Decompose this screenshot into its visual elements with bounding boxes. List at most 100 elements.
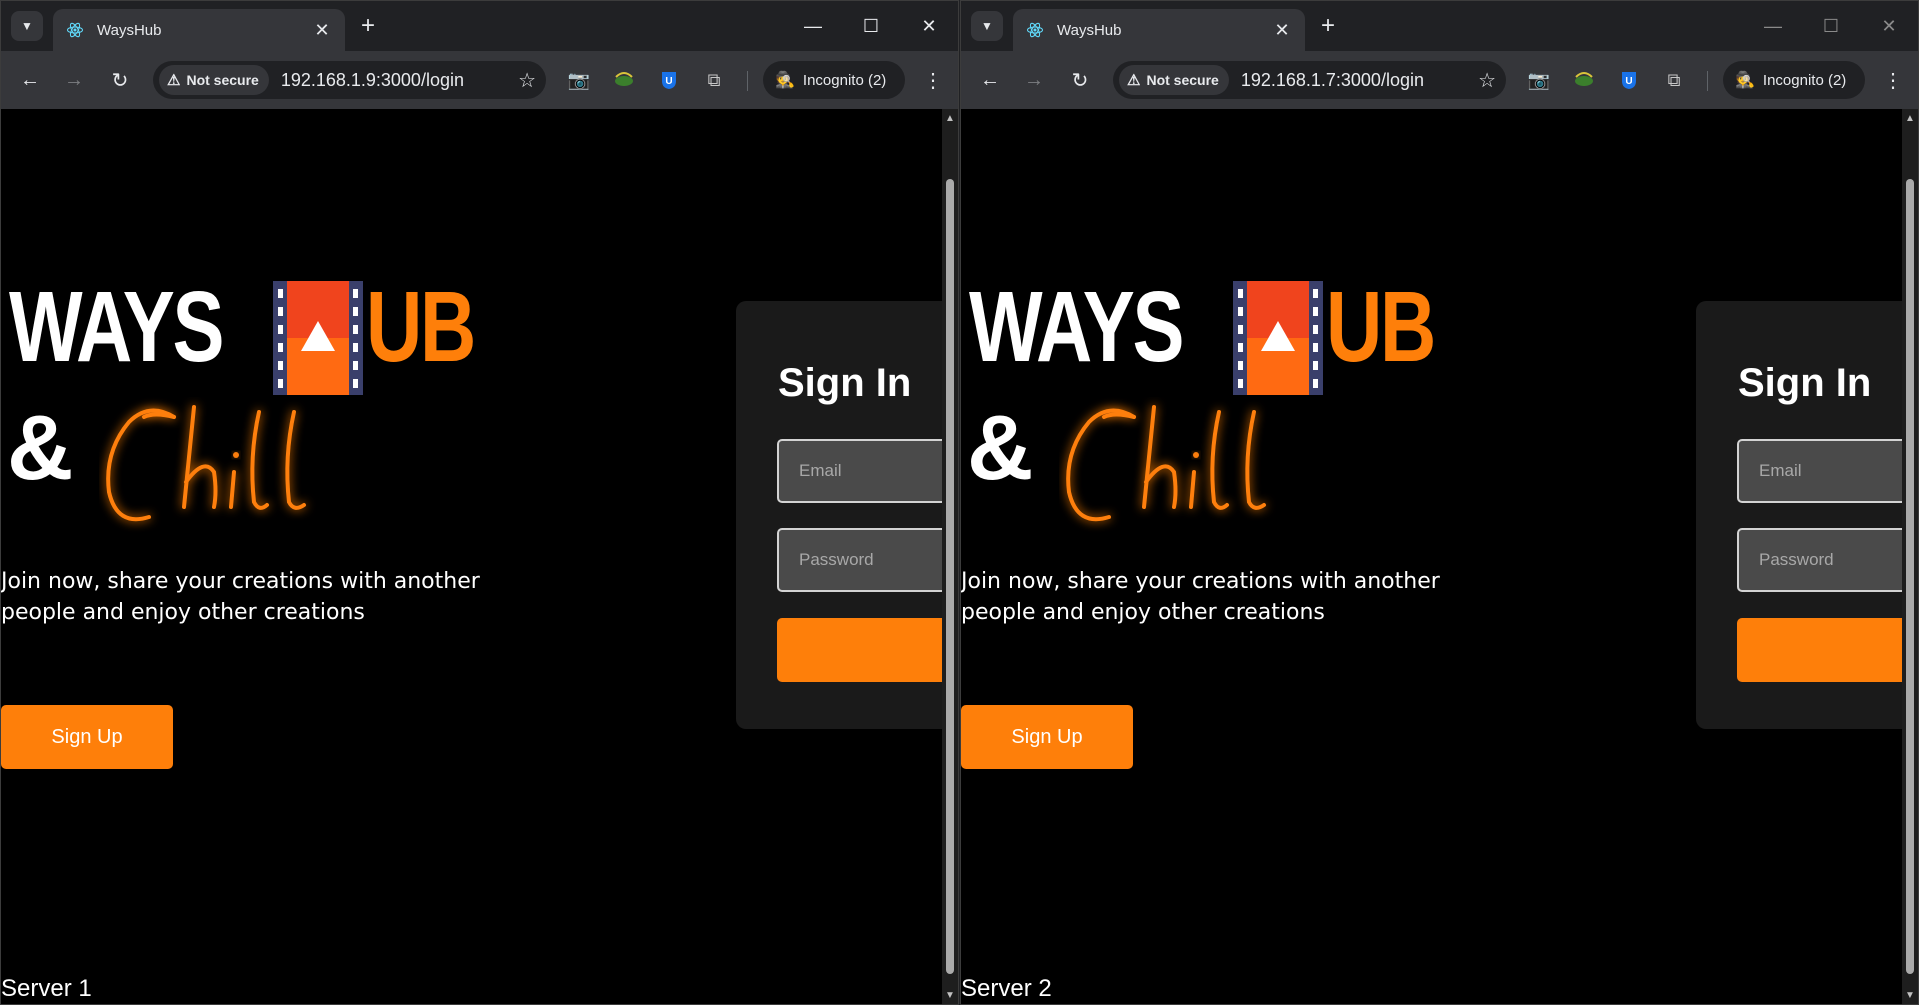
sign-in-title: Sign In: [778, 361, 912, 405]
react-atom-icon: [65, 20, 85, 40]
scrollbar-thumb[interactable]: [1906, 179, 1914, 974]
server-label: Server 2: [961, 975, 1052, 1002]
maximize-button[interactable]: ☐: [842, 1, 900, 51]
tab-title: WaysHub: [97, 21, 162, 39]
security-label: Not secure: [1146, 72, 1219, 88]
page-viewport: WAYS UB & Join now, share your creations…: [1, 109, 943, 1004]
u-shield-extension-icon[interactable]: U: [655, 66, 683, 94]
logo-word-ways: WAYS: [9, 271, 225, 383]
logo-ampersand: &: [7, 397, 74, 499]
server-label: Server 1: [1, 975, 92, 1002]
security-label: Not secure: [186, 72, 259, 88]
scrollbar-thumb[interactable]: [946, 179, 954, 974]
leaf-extension-icon[interactable]: [1570, 66, 1598, 94]
email-field[interactable]: [777, 439, 943, 503]
camera-icon[interactable]: 📷: [1525, 66, 1553, 94]
wayshub-logo: WAYS UB &: [7, 271, 509, 522]
incognito-icon: 🕵: [775, 72, 795, 89]
scroll-up-arrow-icon[interactable]: ▲: [942, 111, 958, 127]
sign-in-button[interactable]: [777, 618, 943, 682]
tab-strip: ▼ WaysHub ✕ + — ☐ ✕: [961, 1, 1918, 51]
sign-in-card: Sign In: [1696, 301, 1903, 729]
leaf-extension-icon[interactable]: [610, 66, 638, 94]
chevron-down-icon[interactable]: ▼: [11, 11, 43, 41]
wayshub-logo: WAYS UB &: [967, 271, 1469, 522]
toolbar-divider: [1707, 71, 1708, 91]
browser-tab[interactable]: WaysHub ✕: [53, 9, 345, 51]
browser-toolbar: ← → ↻ ⚠ Not secure 192.168.1.9:3000/logi…: [1, 51, 958, 109]
puzzle-icon[interactable]: ⧉: [1660, 66, 1688, 94]
arrow-right-icon[interactable]: →: [59, 65, 89, 95]
url-text[interactable]: 192.168.1.7:3000/login: [1241, 70, 1478, 91]
arrow-right-icon[interactable]: →: [1019, 65, 1049, 95]
plus-icon[interactable]: +: [1315, 13, 1341, 39]
kebab-menu-icon[interactable]: ⋮: [919, 65, 947, 95]
address-bar[interactable]: ⚠ Not secure 192.168.1.7:3000/login ☆: [1113, 61, 1506, 99]
svg-text:U: U: [665, 76, 672, 87]
browser-window-server-2: ▼ WaysHub ✕ + — ☐ ✕ ← → ↻ ⚠ Not secure 1…: [960, 0, 1919, 1005]
toolbar-divider: [747, 71, 748, 91]
window-controls: — ☐ ✕: [784, 1, 958, 51]
desktop: ▼ WaysHub ✕ + — ☐ ✕ ← → ↻ ⚠ Not secure 1…: [0, 0, 1919, 1005]
close-icon[interactable]: ✕: [311, 20, 333, 41]
password-field[interactable]: [777, 528, 943, 592]
chevron-down-icon[interactable]: ▼: [971, 11, 1003, 41]
sign-up-button[interactable]: Sign Up: [961, 705, 1133, 769]
incognito-label: Incognito (2): [802, 71, 887, 89]
minimize-button[interactable]: —: [784, 1, 842, 51]
close-icon[interactable]: ✕: [1271, 20, 1293, 41]
tab-title: WaysHub: [1057, 21, 1122, 39]
star-icon[interactable]: ☆: [518, 68, 536, 93]
logo-word-ub: UB: [1326, 271, 1436, 383]
tagline: Join now, share your creations with anot…: [1, 569, 480, 625]
vertical-scrollbar[interactable]: ▲ ▼: [1902, 109, 1918, 1004]
svg-text:U: U: [1625, 76, 1632, 87]
star-icon[interactable]: ☆: [1478, 68, 1496, 93]
minimize-button[interactable]: —: [1744, 1, 1802, 51]
address-bar[interactable]: ⚠ Not secure 192.168.1.9:3000/login ☆: [153, 61, 546, 99]
kebab-menu-icon[interactable]: ⋮: [1879, 65, 1907, 95]
close-window-button[interactable]: ✕: [1860, 1, 1918, 51]
film-strip-icon: [1233, 281, 1323, 395]
browser-window-server-1: ▼ WaysHub ✕ + — ☐ ✕ ← → ↻ ⚠ Not secure 1…: [0, 0, 959, 1005]
reload-icon[interactable]: ↻: [1065, 65, 1095, 95]
puzzle-icon[interactable]: ⧉: [700, 66, 728, 94]
camera-icon[interactable]: 📷: [565, 66, 593, 94]
logo-chill-script: [1066, 405, 1266, 522]
arrow-left-icon[interactable]: ←: [975, 65, 1005, 95]
incognito-indicator[interactable]: 🕵 Incognito (2): [1723, 61, 1865, 99]
password-field[interactable]: [1737, 528, 1903, 592]
sign-in-button[interactable]: [1737, 618, 1903, 682]
vertical-scrollbar[interactable]: ▲ ▼: [942, 109, 958, 1004]
arrow-left-icon[interactable]: ←: [15, 65, 45, 95]
warning-triangle-icon: ⚠: [167, 72, 181, 89]
incognito-icon: 🕵: [1735, 72, 1755, 89]
browser-tab[interactable]: WaysHub ✕: [1013, 9, 1305, 51]
reload-icon[interactable]: ↻: [105, 65, 135, 95]
u-shield-extension-icon[interactable]: U: [1615, 66, 1643, 94]
incognito-label: Incognito (2): [1762, 71, 1847, 89]
scroll-up-arrow-icon[interactable]: ▲: [1902, 111, 1918, 127]
sign-up-button[interactable]: Sign Up: [1, 705, 173, 769]
window-controls: — ☐ ✕: [1744, 1, 1918, 51]
logo-ampersand: &: [967, 397, 1034, 499]
security-chip[interactable]: ⚠ Not secure: [1119, 65, 1229, 95]
plus-icon[interactable]: +: [355, 13, 381, 39]
scroll-down-arrow-icon[interactable]: ▼: [942, 988, 958, 1004]
url-text[interactable]: 192.168.1.9:3000/login: [281, 70, 518, 91]
logo-word-ways: WAYS: [969, 271, 1185, 383]
tagline: Join now, share your creations with anot…: [961, 569, 1440, 625]
logo-chill-script: [106, 405, 306, 522]
film-strip-icon: [273, 281, 363, 395]
incognito-indicator[interactable]: 🕵 Incognito (2): [763, 61, 905, 99]
sign-in-card: Sign In: [736, 301, 943, 729]
sign-in-title: Sign In: [1738, 361, 1872, 405]
email-field[interactable]: [1737, 439, 1903, 503]
close-window-button[interactable]: ✕: [900, 1, 958, 51]
warning-triangle-icon: ⚠: [1127, 72, 1141, 89]
browser-toolbar: ← → ↻ ⚠ Not secure 192.168.1.7:3000/logi…: [961, 51, 1918, 109]
scroll-down-arrow-icon[interactable]: ▼: [1902, 988, 1918, 1004]
maximize-button[interactable]: ☐: [1802, 1, 1860, 51]
security-chip[interactable]: ⚠ Not secure: [159, 65, 269, 95]
tab-strip: ▼ WaysHub ✕ + — ☐ ✕: [1, 1, 958, 51]
